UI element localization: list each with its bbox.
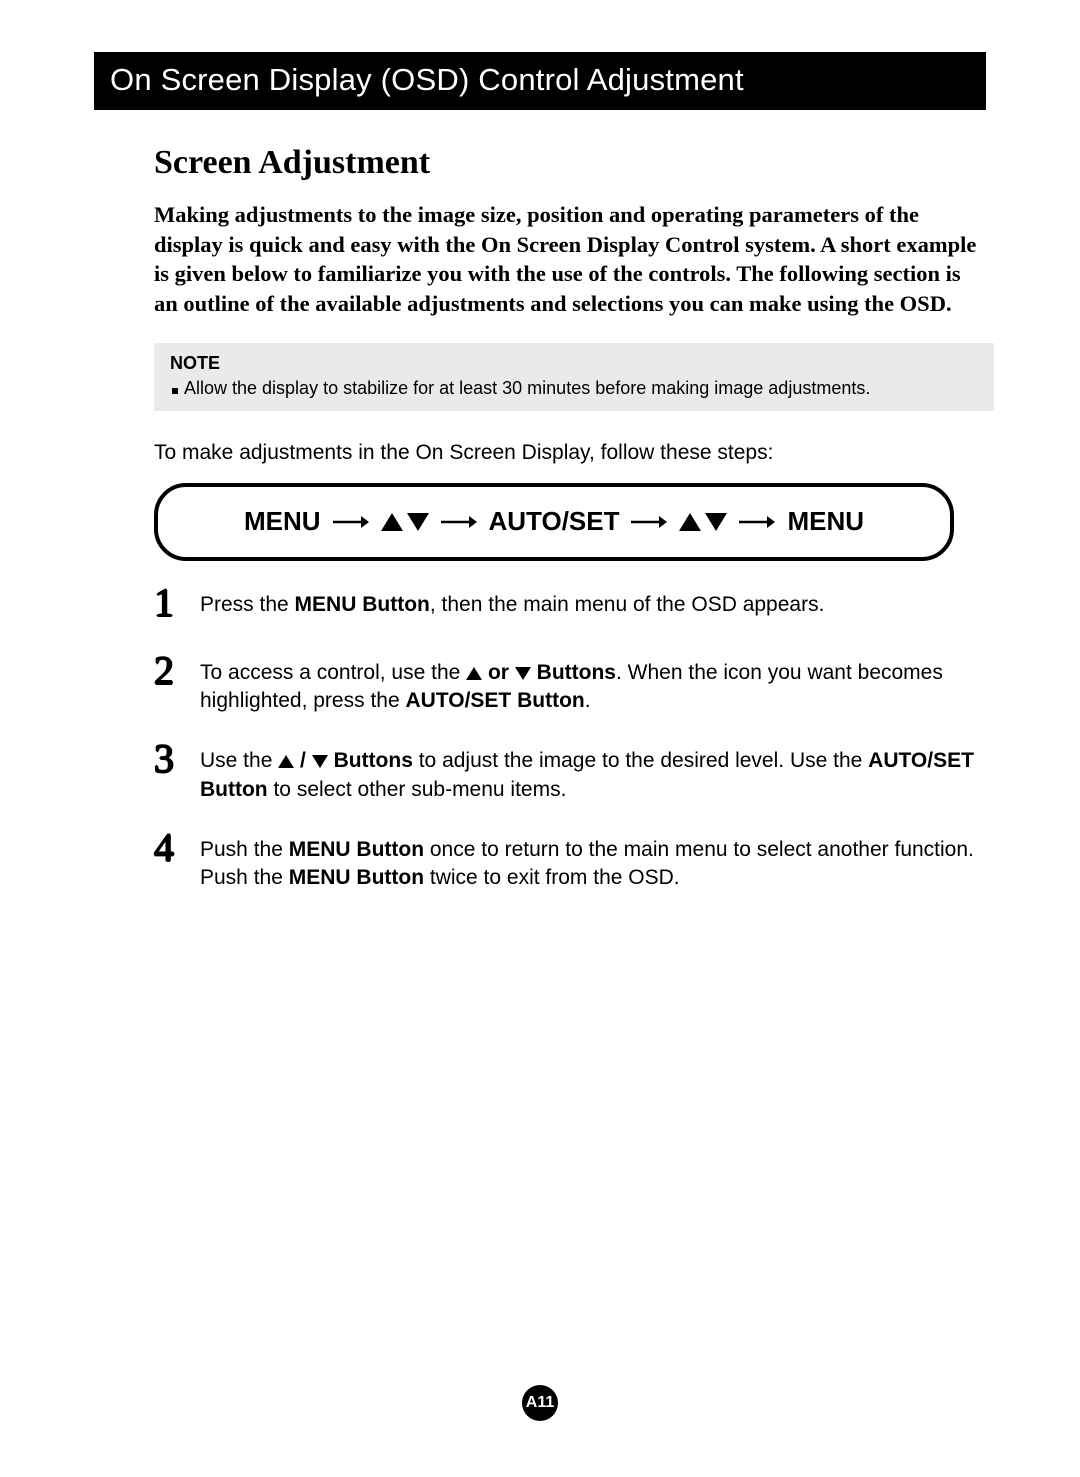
text-run: to select other sub-menu items. bbox=[268, 778, 567, 801]
triangle-down-icon bbox=[312, 755, 328, 768]
arrow-right-icon bbox=[631, 506, 667, 537]
text-run: To access a control, use the bbox=[200, 661, 466, 684]
triangle-up-icon bbox=[679, 513, 701, 531]
text-run: to adjust the image to the desired level… bbox=[413, 749, 868, 772]
note-item: Allow the display to stabilize for at le… bbox=[170, 378, 978, 399]
lead-text: To make adjustments in the On Screen Dis… bbox=[154, 441, 986, 465]
note-text: Allow the display to stabilize for at le… bbox=[184, 378, 870, 399]
step-4-text: Push the MENU Button once to return to t… bbox=[200, 832, 974, 893]
text-run: / bbox=[294, 749, 312, 772]
step-2: 2 To access a control, use the or Button… bbox=[154, 655, 974, 716]
step-number-icon: 1 bbox=[154, 583, 184, 623]
step-3: 3 Use the / Buttons to adjust the image … bbox=[154, 743, 974, 804]
text-bold: MENU Button bbox=[295, 593, 430, 616]
intro-paragraph: Making adjustments to the image size, po… bbox=[154, 200, 986, 319]
triangle-down-icon bbox=[515, 667, 531, 680]
up-down-buttons-icon bbox=[679, 513, 727, 531]
triangle-down-icon bbox=[705, 513, 727, 531]
page-header-title: On Screen Display (OSD) Control Adjustme… bbox=[110, 62, 744, 97]
page-number: A11 bbox=[526, 1394, 554, 1412]
text-bold: MENU Button bbox=[289, 838, 424, 861]
text-run: Use the bbox=[200, 749, 278, 772]
text-run: , then the main menu of the OSD appears. bbox=[430, 593, 825, 616]
triangle-down-icon bbox=[407, 513, 429, 531]
flow-menu-label-end: MENU bbox=[787, 506, 864, 537]
page-number-badge: A11 bbox=[522, 1385, 558, 1421]
step-number-icon: 3 bbox=[154, 739, 184, 779]
bullet-icon bbox=[172, 388, 178, 394]
triangle-up-icon bbox=[278, 755, 294, 768]
section-title: Screen Adjustment bbox=[154, 144, 986, 182]
step-1-text: Press the MENU Button, then the main men… bbox=[200, 587, 824, 619]
text-run: Push the bbox=[200, 838, 289, 861]
text-run: . bbox=[585, 689, 591, 712]
text-bold: MENU Button bbox=[289, 866, 424, 889]
step-4: 4 Push the MENU Button once to return to… bbox=[154, 832, 974, 893]
text-run: twice to exit from the OSD. bbox=[424, 866, 680, 889]
text-bold: / Buttons bbox=[278, 749, 413, 772]
flow-autoset-label: AUTO/SET bbox=[489, 506, 620, 537]
text-run: or bbox=[488, 661, 509, 684]
page-footer: A11 bbox=[0, 1385, 1080, 1421]
triangle-up-icon bbox=[381, 513, 403, 531]
note-box: NOTE Allow the display to stabilize for … bbox=[154, 343, 994, 411]
step-2-text: To access a control, use the or Buttons.… bbox=[200, 655, 974, 716]
text-bold: or Buttons bbox=[466, 661, 616, 684]
step-1: 1 Press the MENU Button, then the main m… bbox=[154, 587, 974, 627]
triangle-up-icon bbox=[466, 667, 482, 680]
arrow-right-icon bbox=[739, 506, 775, 537]
step-number-icon: 2 bbox=[154, 651, 184, 691]
steps-list: 1 Press the MENU Button, then the main m… bbox=[154, 587, 986, 893]
text-run: Buttons bbox=[537, 661, 616, 684]
arrow-right-icon bbox=[441, 506, 477, 537]
flow-menu-label: MENU bbox=[244, 506, 321, 537]
note-label: NOTE bbox=[170, 353, 978, 374]
step-3-text: Use the / Buttons to adjust the image to… bbox=[200, 743, 974, 804]
text-run: Buttons bbox=[328, 749, 413, 772]
text-run: Press the bbox=[200, 593, 295, 616]
up-down-buttons-icon bbox=[381, 513, 429, 531]
step-number-icon: 4 bbox=[154, 828, 184, 868]
flow-diagram: MENU AUTO/SET MENU bbox=[154, 483, 954, 561]
arrow-right-icon bbox=[333, 506, 369, 537]
page-header-bar: On Screen Display (OSD) Control Adjustme… bbox=[94, 52, 986, 110]
text-bold: AUTO/SET Button bbox=[405, 689, 584, 712]
